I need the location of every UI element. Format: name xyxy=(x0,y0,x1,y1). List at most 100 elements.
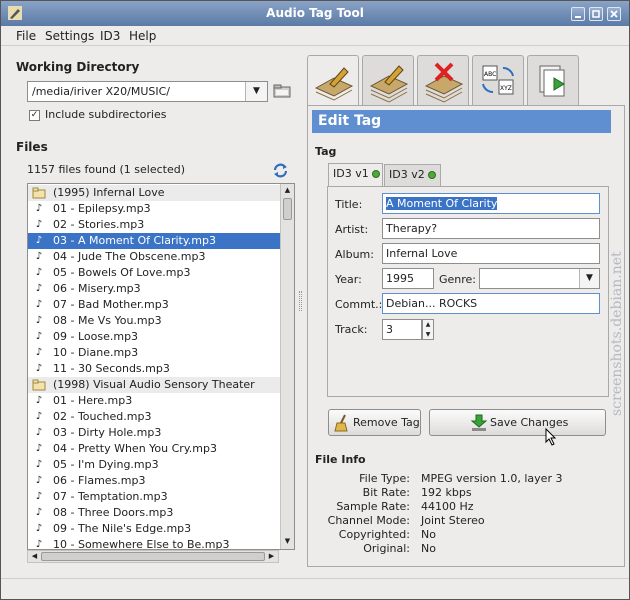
mouse-cursor-icon xyxy=(545,428,557,446)
tab-id3v2-label: ID3 v2 xyxy=(389,168,425,181)
music-note-icon: ♪ xyxy=(35,443,43,454)
file-row[interactable]: ♪ 05 - I'm Dying.mp3 xyxy=(28,457,281,473)
tab-edit-tag[interactable] xyxy=(307,55,359,106)
row-label: 05 - I'm Dying.mp3 xyxy=(53,458,159,471)
file-row[interactable]: ♪ 06 - Flames.mp3 xyxy=(28,473,281,489)
menu-bar: File Settings ID3 Help xyxy=(1,26,629,46)
file-info-value: No xyxy=(421,528,436,541)
music-note-icon: ♪ xyxy=(35,459,43,470)
file-info-key: Copyrighted: xyxy=(338,528,410,541)
menu-help[interactable]: Help xyxy=(129,29,156,43)
folder-browse-icon[interactable] xyxy=(273,83,291,99)
file-row[interactable]: ♪ 09 - Loose.mp3 xyxy=(28,329,281,345)
music-note-icon: ♪ xyxy=(35,283,43,294)
track-stepper[interactable]: ▲ ▼ xyxy=(422,319,434,340)
tab-id3v2[interactable]: ID3 v2 xyxy=(384,164,441,186)
maximize-button[interactable] xyxy=(589,7,603,21)
stepper-up-icon[interactable]: ▲ xyxy=(423,320,433,330)
file-row[interactable]: ♪ 07 - Bad Mother.mp3 xyxy=(28,297,281,313)
file-row[interactable]: ♪ 01 - Here.mp3 xyxy=(28,393,281,409)
save-changes-button[interactable]: Save Changes xyxy=(429,409,606,436)
music-note-icon: ♪ xyxy=(35,267,43,278)
file-row[interactable]: ♪ 02 - Touched.mp3 xyxy=(28,409,281,425)
svg-text:ABC: ABC xyxy=(484,71,496,78)
file-info-label: File Info xyxy=(315,453,366,466)
file-row[interactable]: ♪ 03 - Dirty Hole.mp3 xyxy=(28,425,281,441)
menu-settings[interactable]: Settings xyxy=(45,29,94,43)
file-row[interactable]: ♪ 07 - Temptation.mp3 xyxy=(28,489,281,505)
file-info-key: Sample Rate: xyxy=(336,500,410,513)
tab-rename-files[interactable]: ABC XYZ xyxy=(472,55,524,105)
music-note-icon: ♪ xyxy=(35,475,43,486)
scroll-down-icon[interactable]: ▼ xyxy=(282,536,293,547)
tab-id3v1-label: ID3 v1 xyxy=(333,167,369,180)
file-row[interactable]: ♪ 10 - Somewhere Else to Be.mp3 xyxy=(28,537,281,549)
file-row[interactable]: ♪ 10 - Diane.mp3 xyxy=(28,345,281,361)
file-row[interactable]: ♪ 11 - 30 Seconds.mp3 xyxy=(28,361,281,377)
broom-icon xyxy=(334,414,348,432)
menu-id3[interactable]: ID3 xyxy=(100,29,120,43)
file-row[interactable]: ♪ 08 - Three Doors.mp3 xyxy=(28,505,281,521)
directory-value: /media/iriver X20/MUSIC/ xyxy=(32,85,170,98)
svg-text:XYZ: XYZ xyxy=(500,85,512,92)
file-row[interactable]: ♪ 08 - Me Vs You.mp3 xyxy=(28,313,281,329)
file-info-value: No xyxy=(421,542,436,555)
row-label: 06 - Misery.mp3 xyxy=(53,282,141,295)
row-label: 04 - Pretty When You Cry.mp3 xyxy=(53,442,217,455)
pane-splitter[interactable] xyxy=(299,291,302,311)
tab-edit-multiple[interactable] xyxy=(362,55,414,105)
genre-select[interactable]: ▼ xyxy=(479,268,600,289)
file-row[interactable]: ♪ 03 - A Moment Of Clarity.mp3 xyxy=(28,233,281,249)
music-note-icon: ♪ xyxy=(35,251,43,262)
row-label: 08 - Me Vs You.mp3 xyxy=(53,314,162,327)
file-row[interactable]: ♪ 04 - Pretty When You Cry.mp3 xyxy=(28,441,281,457)
file-info-value: 192 kbps xyxy=(421,486,472,499)
close-button[interactable] xyxy=(607,7,621,21)
music-note-icon: ♪ xyxy=(35,523,43,534)
window-title: Audio Tag Tool xyxy=(266,6,364,20)
file-row[interactable]: ♪ 05 - Bowels Of Love.mp3 xyxy=(28,265,281,281)
tab-export[interactable] xyxy=(527,55,579,105)
minimize-button[interactable] xyxy=(571,7,585,21)
artist-field[interactable]: Therapy? xyxy=(382,218,600,239)
refresh-icon[interactable] xyxy=(272,162,289,179)
row-label: (1995) Infernal Love xyxy=(53,186,165,199)
files-list[interactable]: (1995) Infernal Love ♪ 01 - Epilepsy.mp3 ♪ 0… xyxy=(27,183,295,550)
title-field[interactable]: A Moment Of Clarity xyxy=(382,193,600,214)
files-vertical-scrollbar[interactable]: ▲ ▼ xyxy=(280,184,294,549)
tab-id3v1[interactable]: ID3 v1 xyxy=(328,163,383,187)
remove-tag-button[interactable]: Remove Tag xyxy=(328,409,421,436)
tab-remove-tags[interactable] xyxy=(417,55,469,105)
files-horizontal-scrollbar[interactable]: ◀ ▶ xyxy=(27,550,279,563)
music-note-icon: ♪ xyxy=(35,299,43,310)
folder-row[interactable]: (1998) Visual Audio Sensory Theater xyxy=(28,377,281,393)
chevron-down-icon[interactable]: ▼ xyxy=(579,269,599,288)
directory-combo[interactable]: /media/iriver X20/MUSIC/ ▼ xyxy=(27,81,268,102)
row-label: (1998) Visual Audio Sensory Theater xyxy=(53,378,255,391)
file-row[interactable]: ♪ 02 - Stories.mp3 xyxy=(28,217,281,233)
scroll-left-icon[interactable]: ◀ xyxy=(29,551,40,562)
album-label: Album: xyxy=(335,248,374,261)
include-subdirectories-checkbox[interactable]: ✓ xyxy=(29,110,40,121)
year-label: Year: xyxy=(335,273,362,286)
track-field[interactable]: 3 xyxy=(382,319,422,340)
stepper-down-icon[interactable]: ▼ xyxy=(423,330,433,340)
file-row[interactable]: ♪ 01 - Epilepsy.mp3 xyxy=(28,201,281,217)
close-icon xyxy=(610,10,618,18)
file-row[interactable]: ♪ 09 - The Nile's Edge.mp3 xyxy=(28,521,281,537)
year-field[interactable]: 1995 xyxy=(382,268,434,289)
scroll-thumb[interactable] xyxy=(283,198,292,220)
file-info-value: MPEG version 1.0, layer 3 xyxy=(421,472,563,485)
title-bar[interactable]: Audio Tag Tool xyxy=(1,1,629,26)
file-row[interactable]: ♪ 06 - Misery.mp3 xyxy=(28,281,281,297)
menu-file[interactable]: File xyxy=(16,29,36,43)
chevron-down-icon[interactable]: ▼ xyxy=(245,82,267,101)
file-row[interactable]: ♪ 04 - Jude The Obscene.mp3 xyxy=(28,249,281,265)
comment-field[interactable]: Debian... ROCKS xyxy=(382,293,600,314)
scroll-up-icon[interactable]: ▲ xyxy=(282,185,293,196)
folder-row[interactable]: (1995) Infernal Love xyxy=(28,185,281,201)
file-info-key: Bit Rate: xyxy=(362,486,410,499)
hscroll-thumb[interactable] xyxy=(41,552,265,561)
album-field[interactable]: Infernal Love xyxy=(382,243,600,264)
scroll-right-icon[interactable]: ▶ xyxy=(266,551,277,562)
